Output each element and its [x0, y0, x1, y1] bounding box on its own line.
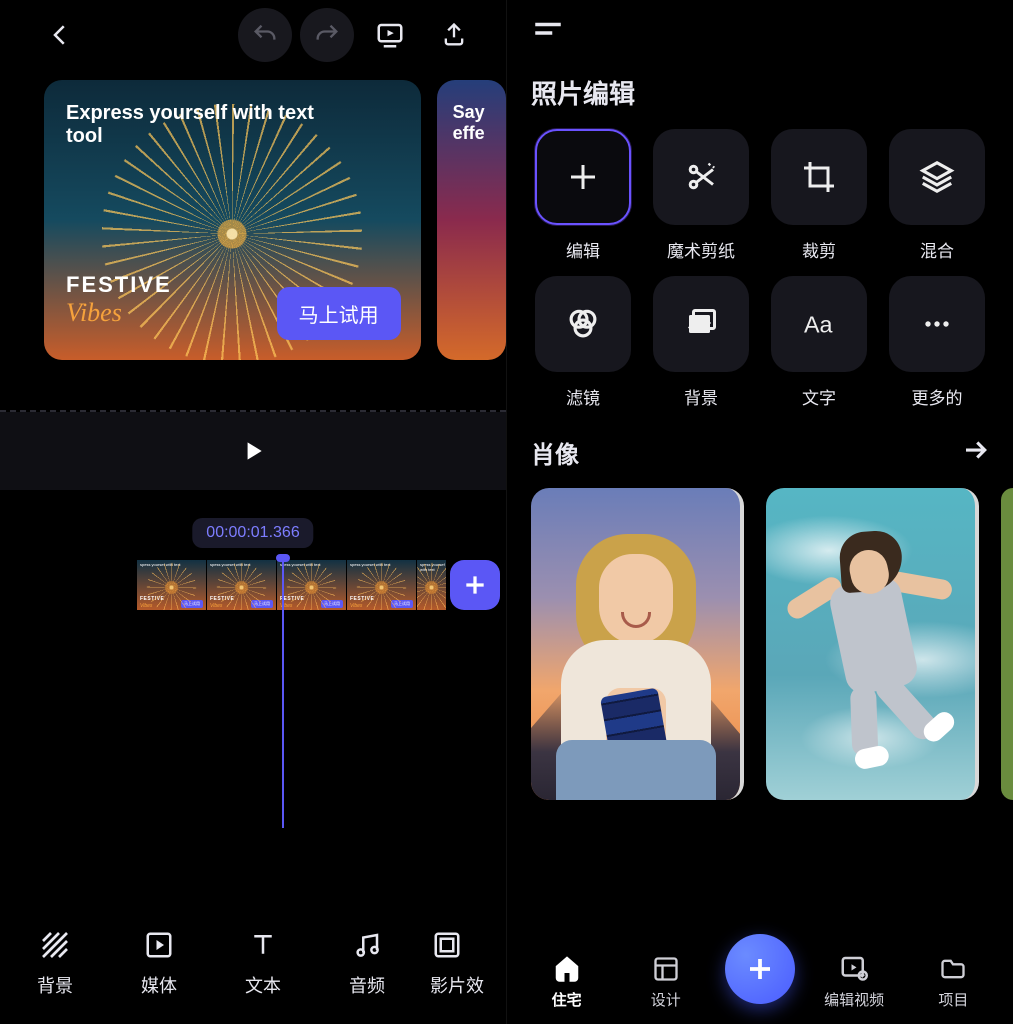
- photo-edit-tool-grid: 编辑 魔术剪纸 裁剪 混合 滤镜 背景 Aa: [507, 115, 1013, 409]
- tool-text-photo[interactable]: Aa 文字: [767, 276, 871, 409]
- bottom-nav: 住宅 设计 编辑视频 项目: [507, 916, 1013, 1024]
- clip-thumb[interactable]: spess yoursef with textFESTIVEVibes马上试用: [276, 560, 346, 610]
- tool-blend[interactable]: 混合: [885, 129, 989, 262]
- tool-magic-cut[interactable]: 魔术剪纸: [649, 129, 753, 262]
- image-stack-icon: [653, 276, 749, 372]
- layers-icon: [889, 129, 985, 225]
- add-clip-button[interactable]: [450, 560, 500, 610]
- editor-topbar: [0, 0, 506, 70]
- promo-carousel[interactable]: Express yourself with text tool FESTIVE …: [0, 70, 506, 380]
- portrait-illustration-woman: [551, 520, 721, 800]
- tool-more[interactable]: 更多的: [885, 276, 989, 409]
- tool-background-photo[interactable]: 背景: [649, 276, 753, 409]
- section-heading-photo-edit: 照片编辑: [507, 70, 1013, 115]
- crop-icon: [771, 129, 867, 225]
- play-square-icon: [142, 928, 176, 962]
- editor-bottom-toolbar: 背景 媒体 文本 音频 影片效: [0, 928, 506, 998]
- dots-icon: [889, 276, 985, 372]
- clip-thumb[interactable]: spess yoursef with text0(: [416, 560, 446, 610]
- nav-design[interactable]: 设计: [626, 955, 706, 1010]
- portrait-card-photo-bg[interactable]: 照片背景: [531, 488, 744, 800]
- nav-create-fab[interactable]: [725, 934, 795, 1004]
- clip-strip[interactable]: spess yoursef with textFESTIVEVibes马上试用 …: [136, 560, 500, 610]
- portrait-card-row[interactable]: 照片背景 视频背景: [507, 478, 1013, 800]
- promo-card-2-peek[interactable]: Sayeffe: [437, 80, 506, 360]
- tool-video-effect[interactable]: 影片效: [426, 928, 496, 998]
- timecode-chip: 00:00:01.366: [192, 518, 313, 548]
- tool-filter[interactable]: 滤镜: [531, 276, 635, 409]
- promo-card-1[interactable]: Express yourself with text tool FESTIVE …: [44, 80, 421, 360]
- tool-crop[interactable]: 裁剪: [767, 129, 871, 262]
- tool-audio[interactable]: 音频: [322, 928, 412, 998]
- playback-bar: [0, 412, 506, 490]
- timeline[interactable]: 00:00:01.366 spess yoursef with textFEST…: [0, 518, 506, 828]
- export-button[interactable]: [426, 7, 482, 63]
- playhead[interactable]: [282, 556, 284, 828]
- menu-button[interactable]: [531, 16, 565, 55]
- left-editor-pane: Express yourself with text tool FESTIVE …: [0, 0, 507, 1024]
- portrait-card-video-bg[interactable]: 视频背景: [766, 488, 979, 800]
- portrait-row-header: 肖像: [507, 409, 1013, 478]
- portrait-card-peek[interactable]: [1001, 488, 1013, 800]
- portrait-illustration-jump: [766, 517, 976, 758]
- portrait-heading: 肖像: [531, 435, 579, 470]
- play-button[interactable]: [231, 429, 275, 473]
- clip-thumb[interactable]: spess yoursef with textFESTIVEVibes马上试用: [136, 560, 206, 610]
- redo-button[interactable]: [300, 8, 354, 62]
- tool-media[interactable]: 媒体: [114, 928, 204, 998]
- frame-icon: [430, 928, 464, 962]
- promo2-title: Sayeffe: [453, 102, 506, 144]
- nav-projects[interactable]: 项目: [913, 955, 993, 1010]
- text-icon: [246, 928, 280, 962]
- home-topbar: [507, 0, 1013, 70]
- scissors-icon: [653, 129, 749, 225]
- nav-home[interactable]: 住宅: [527, 953, 607, 1010]
- promo-sticker-festive: FESTIVE: [66, 272, 172, 298]
- tool-edit[interactable]: 编辑: [531, 129, 635, 262]
- undo-button[interactable]: [238, 8, 292, 62]
- venn-icon: [535, 276, 631, 372]
- plus-icon: [535, 129, 631, 225]
- svg-text:Aa: Aa: [804, 311, 833, 337]
- portrait-more-button[interactable]: [961, 435, 991, 470]
- promo-title: Express yourself with text tool: [66, 102, 351, 148]
- tool-text[interactable]: 文本: [218, 928, 308, 998]
- promo-sticker-vibes: Vibes: [66, 298, 122, 328]
- preview-button[interactable]: [362, 7, 418, 63]
- right-home-pane: 照片编辑 编辑 魔术剪纸 裁剪 混合 滤镜: [507, 0, 1013, 1024]
- aa-icon: Aa: [771, 276, 867, 372]
- nav-edit-video[interactable]: 编辑视频: [814, 953, 894, 1010]
- promo-cta-button[interactable]: 马上试用: [277, 287, 401, 340]
- back-button[interactable]: [32, 7, 88, 63]
- clip-thumb[interactable]: spess yoursef with textFESTIVEVibes马上试用: [346, 560, 416, 610]
- music-icon: [350, 928, 384, 962]
- hatch-icon: [38, 928, 72, 962]
- clip-thumb[interactable]: spess yoursef with textFESTIVEVibes马上试用: [206, 560, 276, 610]
- tool-background[interactable]: 背景: [10, 928, 100, 998]
